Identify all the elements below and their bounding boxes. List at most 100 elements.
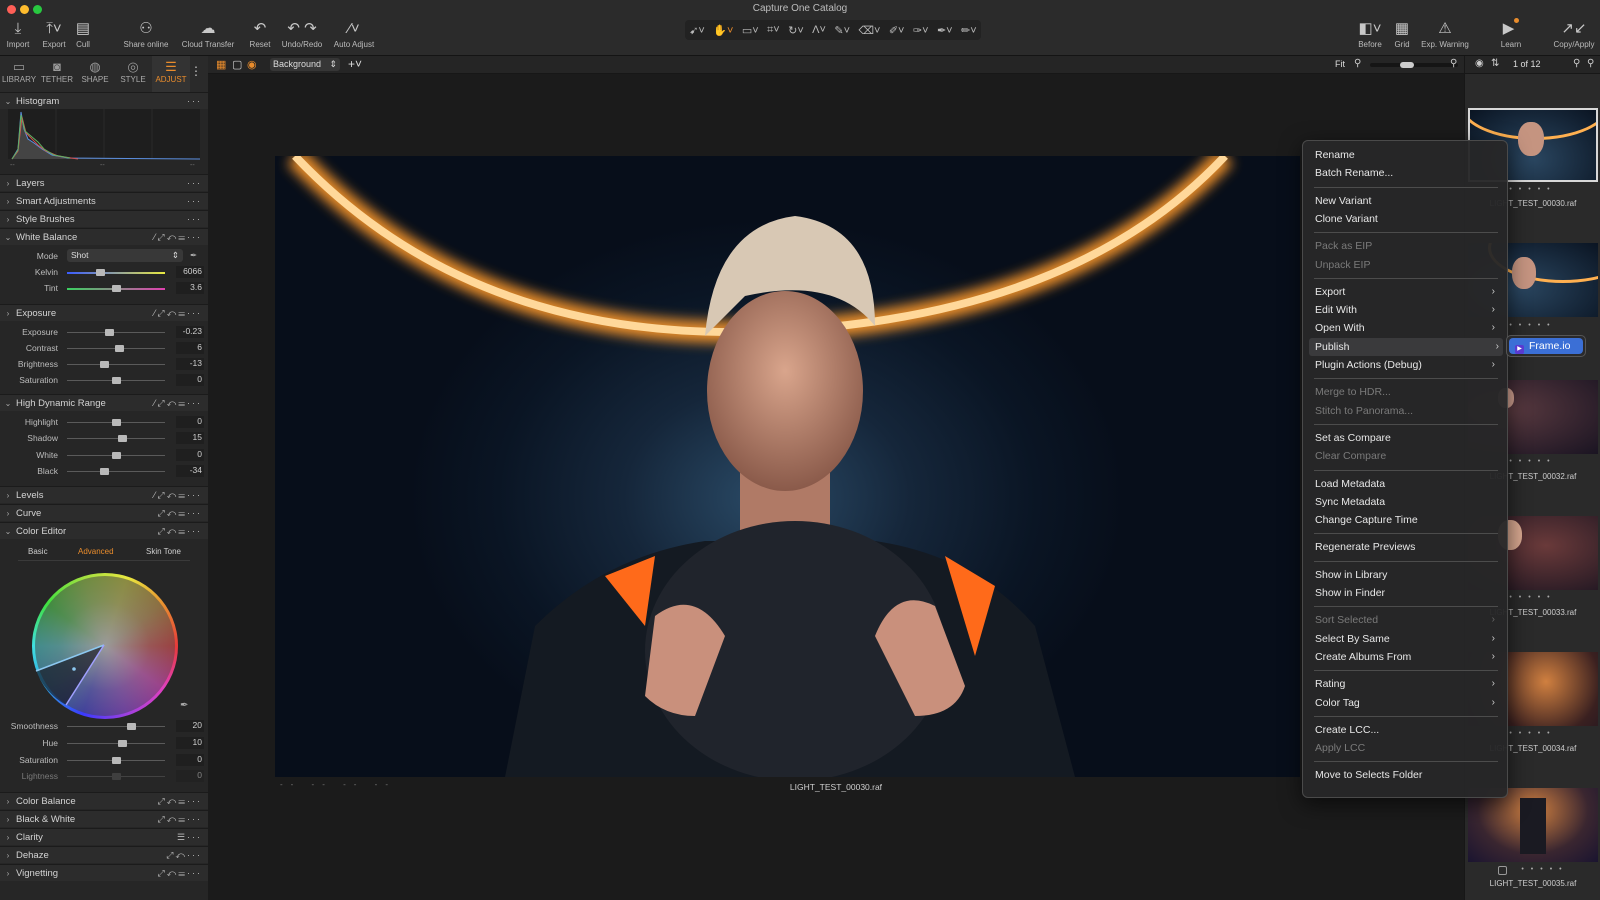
grid-button[interactable]: ▦ Grid [1390,18,1414,49]
hdr-header[interactable]: ⌄ High Dynamic Range ⁄⤢↶☰··· [0,394,208,411]
tool-actions-icon[interactable]: ⁄⤢↶☰··· [154,232,202,243]
tool-actions-icon[interactable]: ⁄⤢↶☰··· [154,398,202,409]
slider-track[interactable] [67,438,165,439]
color-range-selector[interactable] [32,573,178,719]
color-editor-header[interactable]: ⌄ Color Editor ⤢↶☰··· [0,522,208,539]
slider-thumb[interactable] [111,377,121,384]
submenu-item-frameio[interactable]: ▶ Frame.io [1509,338,1583,354]
menu-item-regenerate-previews[interactable]: Regenerate Previews [1313,538,1499,556]
black-white-header[interactable]: › Black & White ⤢↶☰··· [0,810,208,827]
add-layer-icon[interactable]: +˅ [348,57,362,71]
slider-thumb[interactable] [111,757,121,764]
menu-item-new-variant[interactable]: New Variant [1313,192,1499,210]
exposure-warning-button[interactable]: ⚠ Exp. Warning [1418,18,1472,49]
tool-actions-icon[interactable]: ⤢↶☰··· [157,508,202,519]
slider-thumb[interactable] [111,452,121,459]
dehaze-header[interactable]: › Dehaze ⤢↶··· [0,846,208,863]
menu-item-change-capture-time[interactable]: Change Capture Time [1313,511,1499,529]
slider-thumb[interactable] [118,435,128,442]
tool-actions-icon[interactable]: ⤢↶☰··· [157,796,202,807]
eye-icon[interactable]: ◉ [1475,58,1484,69]
tab-style[interactable]: ◎ STYLE [114,56,152,92]
menu-item-export[interactable]: Export › [1313,283,1499,301]
layers-header[interactable]: › Layers ··· [0,174,208,191]
more-tabs-icon[interactable]: ⋮ [190,56,202,92]
slider-track[interactable] [67,332,165,333]
picker-tool-icon[interactable]: ✑˅ [913,24,929,37]
menu-item-open-with[interactable]: Open With › [1313,319,1499,337]
slider-track[interactable] [67,364,165,365]
tab-basic[interactable]: Basic [28,547,48,556]
eyedropper-icon[interactable]: ✒ [190,250,197,261]
cloud-transfer-button[interactable]: ☁ Cloud Transfer [180,18,236,49]
eraser-tool-icon[interactable]: ⌫˅ [858,24,880,37]
menu-item-set-as-compare[interactable]: Set as Compare [1313,429,1499,447]
undo-redo-button[interactable]: ↶ ↷ Undo/Redo [280,18,324,49]
exposure-header[interactable]: › Exposure ⁄⤢↶☰··· [0,304,208,321]
zoom-in-icon[interactable]: ⚲ [1450,58,1457,69]
slider-thumb[interactable] [111,419,121,426]
menu-item-load-metadata[interactable]: Load Metadata [1313,475,1499,493]
copy-apply-button[interactable]: ↗↙ Copy/Apply [1550,18,1598,49]
more-icon[interactable]: ··· [187,196,202,206]
zoom-thumbs-icon[interactable]: ⚲ [1587,58,1594,69]
keystone-tool-icon[interactable]: Λ˅ [812,24,826,36]
export-button[interactable]: ⤒˅ Export [38,18,70,49]
slider-track[interactable] [67,471,165,472]
clarity-header[interactable]: › Clarity ☰··· [0,828,208,845]
import-button[interactable]: ⤓ Import [4,18,32,49]
menu-item-select-by-same[interactable]: Select By Same › [1313,630,1499,648]
pen-tool-icon[interactable]: ✏˅ [961,24,977,37]
slider-thumb[interactable] [127,723,137,730]
tool-actions-icon[interactable]: ⤢↶··· [166,850,202,861]
thumbnail-checkbox[interactable] [1498,866,1507,875]
wb-mode-select[interactable]: Shot ⇕ [67,249,183,262]
style-brushes-header[interactable]: › Style Brushes ··· [0,210,208,227]
crop-tool-icon[interactable]: ⌗˅ [767,24,780,37]
menu-item-show-in-finder[interactable]: Show in Finder [1313,584,1499,602]
slider-track[interactable] [67,272,165,274]
menu-item-batch-rename[interactable]: Batch Rename... [1313,164,1499,182]
zoom-out-icon[interactable]: ⚲ [1354,58,1361,69]
tab-advanced[interactable]: Advanced [78,547,114,556]
curve-header[interactable]: › Curve ⤢↶☰··· [0,504,208,521]
thumbnail-rating[interactable]: ••••• [1510,866,1580,873]
annotate-tool-icon[interactable]: ✒˅ [937,24,953,37]
menu-item-move-to-selects-folder[interactable]: Move to Selects Folder [1313,766,1499,784]
histogram-header[interactable]: ⌄ Histogram ··· [0,92,208,109]
menu-item-show-in-library[interactable]: Show in Library [1313,566,1499,584]
sort-icon[interactable]: ⇅ [1491,58,1499,69]
tool-actions-icon[interactable]: ⁄⤢↶☰··· [154,308,202,319]
auto-adjust-button[interactable]: ⁄˅ Auto Adjust [332,18,376,49]
multi-view-icon[interactable]: ▦ [216,58,226,71]
tab-library[interactable]: ▭ LIBRARY [0,56,38,92]
rating-dots[interactable]: -- -- -- -- [280,780,396,789]
slider-thumb[interactable] [118,740,128,747]
slider-thumb[interactable] [104,329,114,336]
smart-adjustments-header[interactable]: › Smart Adjustments ··· [0,192,208,209]
tool-actions-icon[interactable]: ☰··· [177,832,202,843]
menu-item-clone-variant[interactable]: Clone Variant [1313,210,1499,228]
slider-thumb[interactable] [99,468,109,475]
pan-tool-icon[interactable]: ✋˅ [713,24,733,37]
menu-item-create-lcc[interactable]: Create LCC... [1313,721,1499,739]
before-button[interactable]: ◧˅ Before [1355,18,1385,49]
single-view-icon[interactable]: ▢ [232,58,242,71]
slider-thumb[interactable] [111,285,121,292]
tool-actions-icon[interactable]: ⁄⤢↶☰··· [154,490,202,501]
color-balance-header[interactable]: › Color Balance ⤢↶☰··· [0,792,208,809]
menu-item-plugin-actions-debug[interactable]: Plugin Actions (Debug) › [1313,356,1499,374]
layer-select[interactable]: Background ⇕ [270,58,340,71]
menu-item-rating[interactable]: Rating › [1313,675,1499,693]
preview-eye-icon[interactable]: ◉ [247,58,257,71]
slider-thumb[interactable] [95,269,105,276]
main-image[interactable] [275,156,1300,777]
menu-item-sync-metadata[interactable]: Sync Metadata [1313,493,1499,511]
vignetting-header[interactable]: › Vignetting ⤢↶☰··· [0,864,208,881]
rotate-tool-icon[interactable]: ↻˅ [788,24,804,37]
slider-thumb[interactable] [99,361,109,368]
zoom-slider-thumb[interactable] [1400,62,1414,68]
learn-button[interactable]: ▶ Learn [1496,18,1526,49]
menu-item-publish[interactable]: Publish › [1309,337,1503,356]
menu-item-rename[interactable]: Rename [1313,146,1499,164]
